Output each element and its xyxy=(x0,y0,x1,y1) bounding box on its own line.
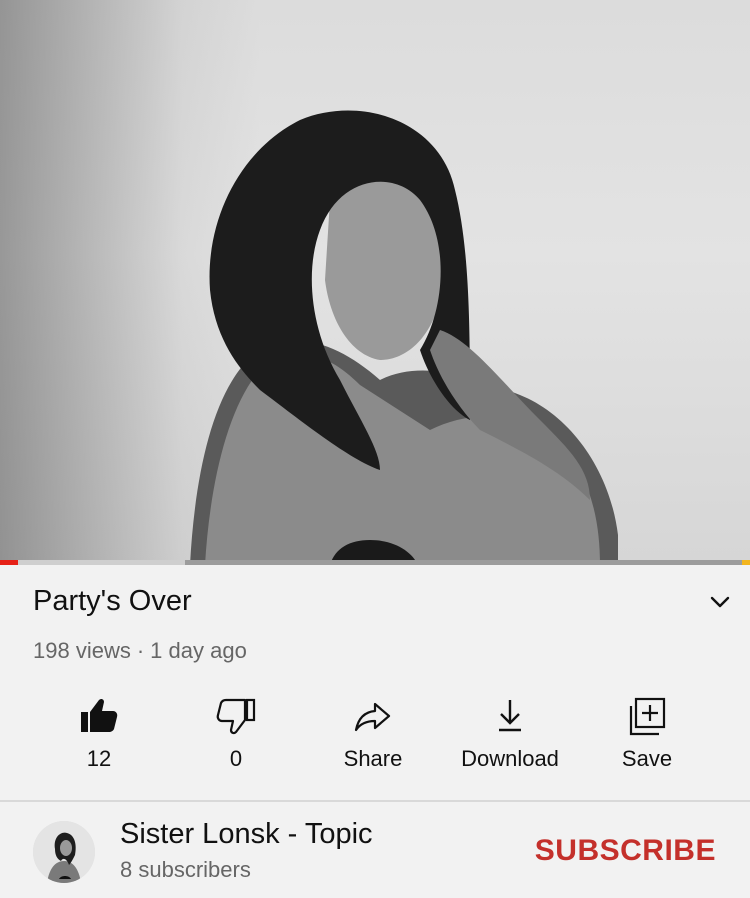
save-label: Save xyxy=(621,746,673,771)
share-label: Share xyxy=(343,746,403,771)
share-arrow-icon xyxy=(354,702,391,732)
action-bar: 12 0 Share Download Save xyxy=(0,690,750,780)
channel-avatar[interactable] xyxy=(33,821,95,883)
progress-end-marker xyxy=(742,560,750,565)
dislike-button[interactable]: 0 xyxy=(171,690,301,780)
video-meta: 198 views · 1 day ago xyxy=(33,638,247,664)
chevron-down-icon[interactable] xyxy=(704,586,736,618)
channel-name[interactable]: Sister Lonsk - Topic xyxy=(120,818,373,851)
video-thumbnail-figure xyxy=(190,110,618,565)
progress-buffer xyxy=(0,560,185,565)
thumbs-down-icon xyxy=(216,698,256,735)
download-button[interactable]: Download xyxy=(445,690,575,780)
video-player[interactable] xyxy=(0,0,750,565)
avatar-image xyxy=(33,821,95,883)
download-icon xyxy=(499,700,521,732)
like-count: 12 xyxy=(86,746,112,771)
add-to-playlist-icon xyxy=(629,697,666,736)
subscribe-button[interactable]: SUBSCRIBE xyxy=(535,834,716,868)
subscriber-count: 8 subscribers xyxy=(120,857,251,882)
progress-bar[interactable] xyxy=(0,560,750,565)
view-count: 198 views xyxy=(33,638,131,663)
dislike-count: 0 xyxy=(229,746,243,771)
share-button[interactable]: Share xyxy=(308,690,438,780)
progress-played xyxy=(0,560,18,565)
download-label: Download xyxy=(461,746,559,771)
thumbs-up-icon xyxy=(81,698,118,732)
meta-separator: · xyxy=(136,638,145,663)
video-title: Party's Over xyxy=(33,585,192,617)
section-divider xyxy=(0,800,750,802)
upload-age: 1 day ago xyxy=(150,638,247,663)
like-button[interactable]: 12 xyxy=(34,690,164,780)
save-button[interactable]: Save xyxy=(582,690,712,780)
